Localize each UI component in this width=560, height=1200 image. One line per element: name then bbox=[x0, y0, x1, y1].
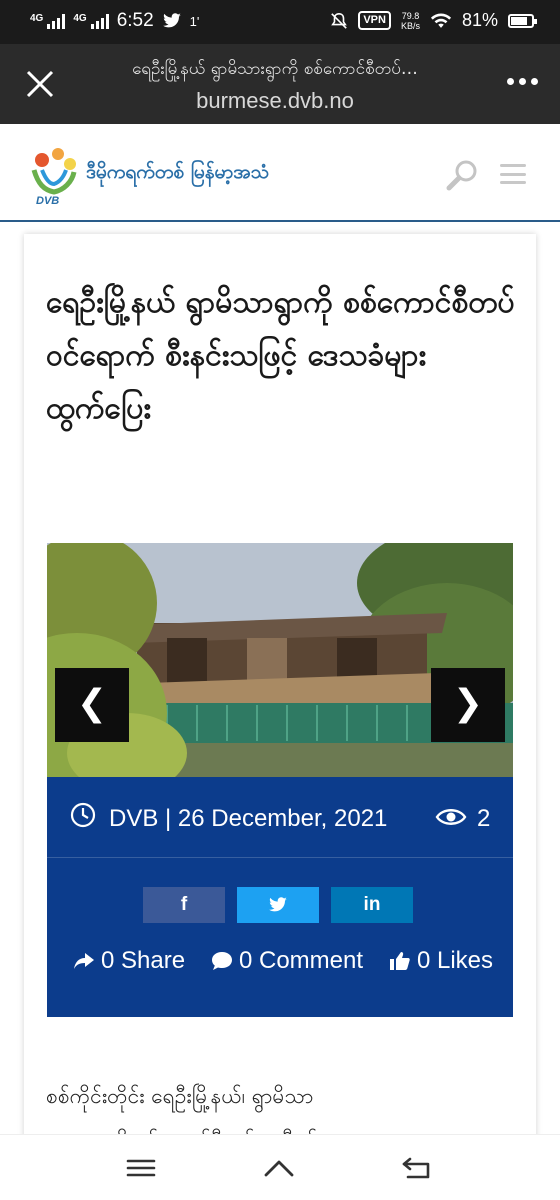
twitter-bird-icon bbox=[162, 13, 181, 28]
article-stats: 0 Share 0 Comment 0 Likes bbox=[73, 947, 493, 975]
share-icon bbox=[74, 953, 94, 969]
status-left: 4G 4G 6:52 1' bbox=[30, 10, 199, 32]
search-icon[interactable] bbox=[446, 158, 480, 192]
likes-label: 0 Likes bbox=[416, 947, 493, 974]
home-icon[interactable] bbox=[262, 1153, 296, 1183]
vpn-badge: VPN bbox=[358, 11, 391, 30]
speed-unit: KB/s bbox=[400, 20, 420, 31]
page-title: ရေဦးမြို့နယ် ရွာမိသားရွာကို စစ်ကောင်စီတပ… bbox=[132, 59, 418, 79]
article-headline: ရေဦးမြို့နယ် ရွာမိသာရွာကို စစ်ကောင်စီတပ်… bbox=[46, 285, 515, 426]
comment-icon bbox=[211, 952, 232, 970]
battery-fill bbox=[511, 16, 528, 25]
speed-value: 79.8 bbox=[401, 10, 420, 21]
carousel-prev-button[interactable]: ❮ bbox=[55, 668, 129, 742]
signal-icon: 4G bbox=[30, 13, 66, 29]
browser-toolbar: ရေဦးမြို့နယ် ရွာမိသားရွာကို စစ်ကောင်စီတပ… bbox=[0, 44, 560, 124]
comment-count[interactable]: 0 Comment bbox=[211, 947, 363, 975]
carousel-next-button[interactable]: ❯ bbox=[431, 668, 505, 742]
svg-text:DVB: DVB bbox=[36, 195, 59, 206]
likes-count[interactable]: 0 Likes bbox=[389, 947, 493, 975]
view-count: 2 bbox=[477, 805, 491, 832]
article-meta: DVB | 26 December, 2021 bbox=[109, 805, 388, 832]
more-icon[interactable] bbox=[507, 78, 538, 85]
system-nav-bar bbox=[0, 1134, 560, 1200]
close-icon[interactable] bbox=[22, 66, 58, 102]
article-meta-row: DVB | 26 December, 2021 2 bbox=[69, 801, 499, 841]
clock-icon bbox=[70, 802, 96, 828]
status-bar: 4G 4G 6:52 1' VPN 79.8 KB/s 81% bbox=[0, 0, 560, 44]
network-type-1: 4G bbox=[30, 13, 44, 24]
comment-label: 0 Comment bbox=[238, 947, 364, 974]
share-count[interactable]: 0 Share bbox=[73, 947, 185, 975]
signal-icon-2: 4G bbox=[73, 13, 109, 29]
dvb-logo[interactable]: DVB bbox=[28, 146, 80, 206]
network-speed: 79.8 KB/s bbox=[401, 11, 420, 31]
status-right: VPN 79.8 KB/s 81% bbox=[330, 10, 537, 31]
share-buttons: f in bbox=[143, 887, 413, 923]
share-label: 0 Share bbox=[101, 947, 186, 974]
meta-divider bbox=[47, 857, 513, 858]
facebook-share-button[interactable]: f bbox=[143, 887, 225, 923]
menu-icon[interactable] bbox=[500, 164, 526, 184]
url-host[interactable]: burmese.dvb.no bbox=[80, 88, 470, 114]
back-icon[interactable] bbox=[400, 1153, 434, 1183]
thumbs-up-icon bbox=[389, 952, 410, 970]
mute-icon bbox=[331, 12, 348, 29]
status-extra: 1' bbox=[189, 13, 200, 29]
article-card: ရေဦးမြို့နယ် ရွာမိသာရွာကို စစ်ကောင်စီတပ်… bbox=[24, 234, 536, 1154]
article-image-carousel: ❮ ❯ bbox=[47, 543, 513, 777]
battery-percent: 81% bbox=[461, 10, 498, 30]
clock-time: 6:52 bbox=[116, 10, 154, 31]
battery-icon bbox=[508, 13, 537, 28]
linkedin-share-button[interactable]: in bbox=[331, 887, 413, 923]
article-meta-panel: DVB | 26 December, 2021 2 f in 0 Share 0… bbox=[47, 777, 513, 1017]
article-body-line: စစ်ကိုင်းတိုင်း ရေဦးမြို့နယ်၊ ရွာမိသာ bbox=[46, 1084, 314, 1108]
recent-apps-icon[interactable] bbox=[124, 1153, 158, 1183]
site-name[interactable]: ဒီမိုကရက်တစ် မြန်မာ့အသံ bbox=[86, 160, 269, 188]
network-type-2: 4G bbox=[73, 13, 87, 24]
twitter-share-button[interactable] bbox=[237, 887, 319, 923]
eye-icon bbox=[435, 809, 467, 825]
twitter-bird-icon bbox=[269, 897, 287, 912]
wifi-icon bbox=[430, 13, 452, 28]
site-header: DVB ဒီမိုကရက်တစ် မြန်မာ့အသံ bbox=[0, 124, 560, 222]
